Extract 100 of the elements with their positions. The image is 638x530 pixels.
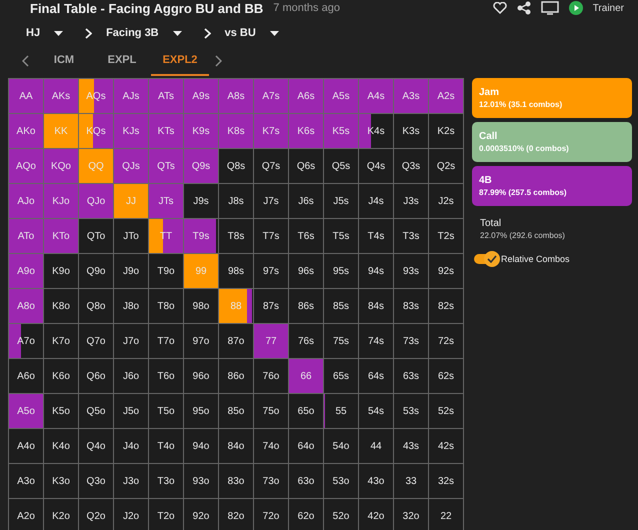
hand-cell[interactable]: K6s	[289, 114, 323, 148]
hand-cell[interactable]: J4o	[114, 429, 148, 463]
hand-cell[interactable]: A7s	[254, 79, 288, 113]
hand-cell[interactable]: T2s	[429, 219, 463, 253]
hand-cell[interactable]: 83s	[394, 289, 428, 323]
hand-cell[interactable]: 93o	[184, 464, 218, 498]
hand-cell[interactable]: 42o	[359, 499, 393, 530]
hand-cell[interactable]: 33	[394, 464, 428, 498]
hand-cell[interactable]: J3s	[394, 184, 428, 218]
hand-cell[interactable]: T8s	[219, 219, 253, 253]
hand-cell[interactable]: 74o	[254, 429, 288, 463]
hand-cell[interactable]: QTs	[149, 149, 183, 183]
hand-cell[interactable]: J6s	[289, 184, 323, 218]
hand-cell[interactable]: 86o	[219, 359, 253, 393]
hand-cell[interactable]: A3s	[394, 79, 428, 113]
hand-cell[interactable]: J2o	[114, 499, 148, 530]
breadcrumb-dropdown[interactable]: HJ	[22, 27, 68, 39]
hand-cell[interactable]: J2s	[429, 184, 463, 218]
hand-cell[interactable]: 32o	[394, 499, 428, 530]
hand-cell[interactable]: K3s	[394, 114, 428, 148]
hand-cell[interactable]: AJo	[9, 184, 43, 218]
hand-cell[interactable]: 65s	[324, 359, 358, 393]
hand-cell[interactable]: Q7o	[79, 324, 113, 358]
hand-cell[interactable]: AKs	[44, 79, 78, 113]
hand-cell[interactable]: KJo	[44, 184, 78, 218]
hand-cell[interactable]: 92o	[184, 499, 218, 530]
hand-cell[interactable]: 62o	[289, 499, 323, 530]
hand-cell[interactable]: 54s	[359, 394, 393, 428]
hand-cell[interactable]: KTo	[44, 219, 78, 253]
hand-cell[interactable]: K8s	[219, 114, 253, 148]
hand-cell[interactable]: KTs	[149, 114, 183, 148]
hand-cell[interactable]: K6o	[44, 359, 78, 393]
hand-cell[interactable]: ATo	[9, 219, 43, 253]
hand-cell[interactable]: 63s	[394, 359, 428, 393]
hand-cell[interactable]: A4o	[9, 429, 43, 463]
hand-cell[interactable]: A5o	[9, 394, 43, 428]
hand-cell[interactable]: J7s	[254, 184, 288, 218]
hand-cell[interactable]: T2o	[149, 499, 183, 530]
chevron-right-icon[interactable]	[215, 55, 222, 67]
hand-cell[interactable]: K9s	[184, 114, 218, 148]
hand-cell[interactable]: K7o	[44, 324, 78, 358]
hand-cell[interactable]: 55	[324, 394, 358, 428]
hand-cell[interactable]: Q3o	[79, 464, 113, 498]
hand-cell[interactable]: T5o	[149, 394, 183, 428]
hand-cell[interactable]: 87s	[254, 289, 288, 323]
monitor-icon[interactable]	[540, 1, 559, 15]
hand-cell[interactable]: Q8s	[219, 149, 253, 183]
hand-cell[interactable]: K4o	[44, 429, 78, 463]
hand-cell[interactable]: T9s	[184, 219, 218, 253]
hand-cell[interactable]: A8o	[9, 289, 43, 323]
hand-cell[interactable]: 75s	[324, 324, 358, 358]
hand-cell[interactable]: J8o	[114, 289, 148, 323]
share-icon[interactable]	[516, 1, 531, 15]
hand-cell[interactable]: J7o	[114, 324, 148, 358]
hand-cell[interactable]: 64s	[359, 359, 393, 393]
hand-cell[interactable]: ATs	[149, 79, 183, 113]
hand-cell[interactable]: A8s	[219, 79, 253, 113]
hand-cell[interactable]: K8o	[44, 289, 78, 323]
hand-cell[interactable]: A2s	[429, 79, 463, 113]
hand-cell[interactable]: A2o	[9, 499, 43, 530]
hand-cell[interactable]: QJo	[79, 184, 113, 218]
hand-cell[interactable]: 85s	[324, 289, 358, 323]
hand-cell[interactable]: 62s	[429, 359, 463, 393]
hand-cell[interactable]: AQo	[9, 149, 43, 183]
hand-cell[interactable]: A6s	[289, 79, 323, 113]
hand-cell[interactable]: Q8o	[79, 289, 113, 323]
hand-cell[interactable]: 74s	[359, 324, 393, 358]
hand-cell[interactable]: 75o	[254, 394, 288, 428]
relative-combos-toggle[interactable]	[474, 254, 498, 264]
hand-cell[interactable]: J5s	[324, 184, 358, 218]
hand-cell[interactable]: QTo	[79, 219, 113, 253]
hand-cell[interactable]: 95o	[184, 394, 218, 428]
hand-cell[interactable]: QJs	[114, 149, 148, 183]
hand-cell[interactable]: K7s	[254, 114, 288, 148]
chevron-left-icon[interactable]	[22, 55, 29, 67]
hand-cell[interactable]: 94s	[359, 254, 393, 288]
hand-cell[interactable]: 96o	[184, 359, 218, 393]
hand-cell[interactable]: T4o	[149, 429, 183, 463]
hand-cell[interactable]: T6s	[289, 219, 323, 253]
hand-cell[interactable]: Q9s	[184, 149, 218, 183]
hand-cell[interactable]: J6o	[114, 359, 148, 393]
hand-cell[interactable]: K9o	[44, 254, 78, 288]
hand-cell[interactable]: 92s	[429, 254, 463, 288]
tab[interactable]: EXPL	[93, 46, 151, 76]
hand-cell[interactable]: Q6s	[289, 149, 323, 183]
hand-cell[interactable]: 77	[254, 324, 288, 358]
hand-cell[interactable]: T8o	[149, 289, 183, 323]
hand-cell[interactable]: 53s	[394, 394, 428, 428]
hand-cell[interactable]: 87o	[219, 324, 253, 358]
hand-cell[interactable]: 93s	[394, 254, 428, 288]
hand-cell[interactable]: AJs	[114, 79, 148, 113]
hand-cell[interactable]: A6o	[9, 359, 43, 393]
hand-cell[interactable]: T3o	[149, 464, 183, 498]
heart-icon[interactable]	[492, 2, 507, 14]
hand-cell[interactable]: T7o	[149, 324, 183, 358]
hand-cell[interactable]: K2s	[429, 114, 463, 148]
play-icon[interactable]	[568, 1, 583, 15]
hand-cell[interactable]: 72o	[254, 499, 288, 530]
hand-cell[interactable]: KJs	[114, 114, 148, 148]
hand-cell[interactable]: 52s	[429, 394, 463, 428]
